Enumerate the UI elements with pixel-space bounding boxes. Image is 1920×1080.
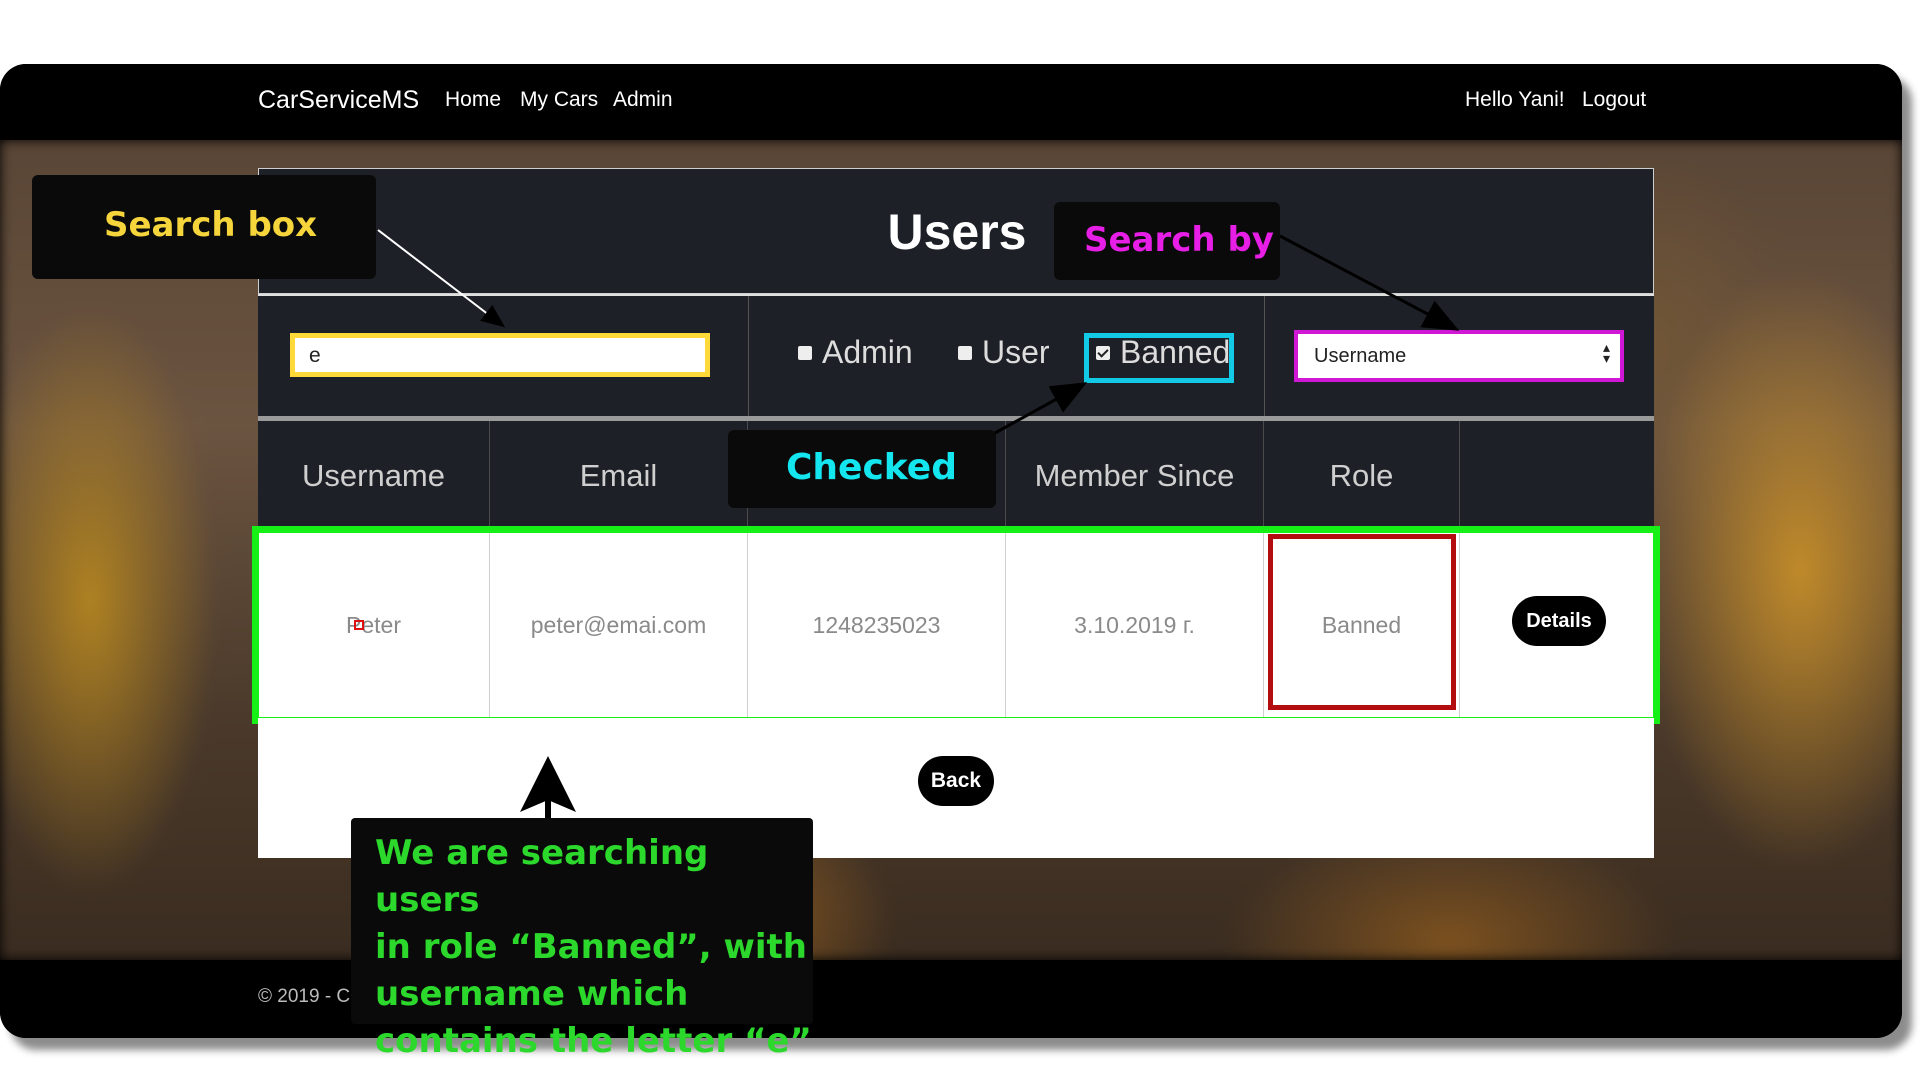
note-line: in role “Banned”, with xyxy=(375,927,808,967)
divider xyxy=(748,296,749,416)
row-highlight xyxy=(252,526,1660,724)
search-by-value: Username xyxy=(1314,345,1407,367)
divider xyxy=(1264,296,1265,416)
callout-search-by-text: Search by xyxy=(1084,220,1274,260)
col-actions xyxy=(1460,421,1654,530)
callout-note-text: We are searching users in role “Banned”,… xyxy=(375,830,813,1065)
user-greeting: Hello Yani! xyxy=(1465,88,1565,111)
navbar: CarServiceMS Home My Cars Admin Hello Ya… xyxy=(0,64,1902,140)
search-input[interactable]: e xyxy=(290,333,710,377)
col-username: Username xyxy=(258,421,490,530)
callout-search-box: Search box xyxy=(32,175,376,279)
nav-my-cars[interactable]: My Cars xyxy=(520,88,598,112)
search-by-select[interactable]: Username ▴ ▾ xyxy=(1294,330,1624,382)
sort-arrows-icon: ▴ ▾ xyxy=(1602,339,1610,366)
nav-home[interactable]: Home xyxy=(445,88,501,112)
brand-link[interactable]: CarServiceMS xyxy=(258,86,419,115)
nav-admin[interactable]: Admin xyxy=(613,88,673,112)
checkbox-icon[interactable] xyxy=(958,345,972,360)
users-panel: Users e Admin User Banned Username ▴ ▾ U… xyxy=(252,168,1660,858)
filter-user-label: User xyxy=(982,334,1050,370)
filter-row: e Admin User Banned Username ▴ ▾ xyxy=(258,294,1654,416)
filter-admin-label: Admin xyxy=(822,334,913,370)
callout-search-box-text: Search box xyxy=(104,205,318,245)
page-title: Users xyxy=(887,204,1027,260)
panel-header: Users xyxy=(258,168,1654,294)
filter-admin[interactable]: Admin xyxy=(798,334,913,371)
col-email: Email xyxy=(490,421,748,530)
table-row: Peter peter@emai.com 1248235023 3.10.201… xyxy=(252,526,1660,724)
note-line: We are searching users xyxy=(375,833,709,920)
filter-user[interactable]: User xyxy=(958,334,1050,371)
banned-highlight xyxy=(1084,333,1234,383)
logout-link[interactable]: Logout xyxy=(1582,88,1646,112)
callout-note: We are searching users in role “Banned”,… xyxy=(351,818,813,1061)
copyright: © 2019 - C xyxy=(258,986,351,1007)
col-member-since: Member Since xyxy=(1006,421,1264,530)
back-button[interactable]: Back xyxy=(918,756,994,806)
callout-checked-text: Checked xyxy=(786,447,957,488)
callout-search-by: Search by xyxy=(1054,202,1280,280)
callout-checked: Checked xyxy=(728,430,996,508)
checkbox-icon[interactable] xyxy=(798,345,812,360)
col-role: Role xyxy=(1264,421,1460,530)
note-line: username which xyxy=(375,974,689,1014)
note-line: contains the letter “e” xyxy=(375,1021,812,1061)
page-footer: © 2019 - C xyxy=(0,960,1902,1038)
